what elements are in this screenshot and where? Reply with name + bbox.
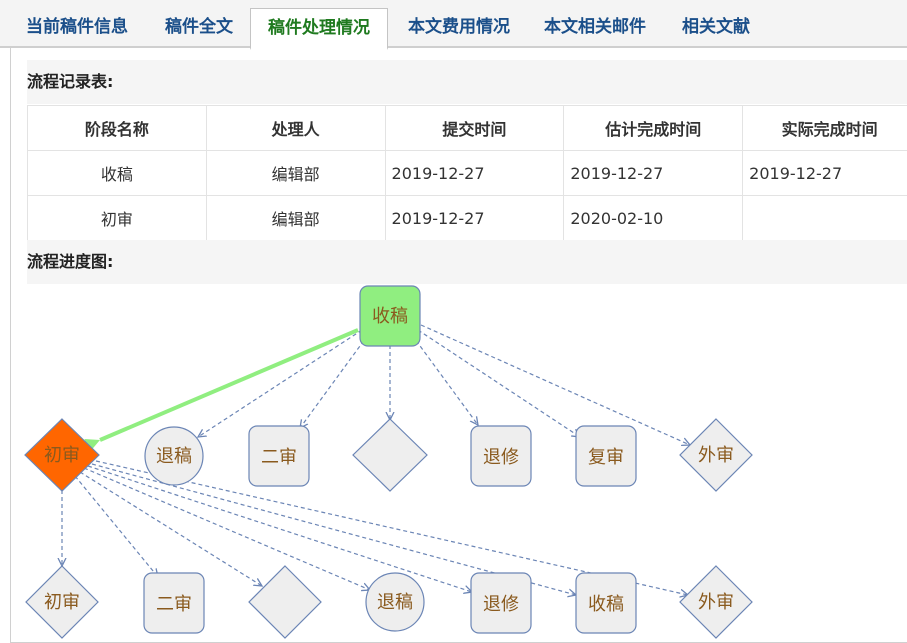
flow-node-current: 初审: [24, 418, 100, 492]
node-label: 复审: [588, 447, 624, 468]
flow-node: 退修: [470, 572, 532, 634]
node-shape: [248, 565, 322, 639]
node-label: 退修: [483, 447, 519, 468]
flow-node: 收稿: [575, 572, 637, 634]
flow-node: [352, 418, 428, 492]
flow-node: 复审: [575, 425, 637, 487]
node-label: 退稿: [377, 592, 413, 613]
process-flow-diagram: 收稿 初审 退稿 二审 退修 复审 外审 初审 二审 退稿 退修 收稿 外审: [24, 285, 753, 639]
node-label: 收稿: [588, 594, 624, 615]
node-label: 外审: [698, 445, 734, 466]
flow-node: 二审: [143, 572, 205, 634]
flow-node: 退稿: [144, 426, 204, 486]
flow-node: 初审: [25, 565, 99, 639]
flow-node: 退稿: [365, 572, 425, 632]
node-label: 二审: [156, 594, 192, 615]
flow-node-root: 收稿: [359, 285, 421, 347]
flow-node: 外审: [679, 565, 753, 639]
node-shape: [352, 418, 428, 492]
flow-edge: [411, 334, 478, 425]
flow-node: 退修: [470, 425, 532, 487]
node-label: 收稿: [372, 306, 408, 327]
node-label: 退修: [483, 594, 519, 615]
current-flow-edge: [84, 328, 359, 452]
flow-edge: [417, 329, 580, 437]
flow-node: 外审: [679, 418, 753, 492]
node-label: 外审: [698, 592, 734, 613]
flow-node: [248, 565, 322, 639]
flow-node: 二审: [248, 425, 310, 487]
flow-edge: [74, 475, 158, 577]
flow-edge: [198, 329, 363, 437]
flow-edge: [420, 324, 690, 445]
flow-edge: [83, 467, 370, 590]
node-label: 初审: [44, 445, 80, 466]
flow-edge: [79, 471, 262, 586]
node-label: 初审: [44, 592, 80, 613]
node-label: 退稿: [156, 446, 192, 467]
node-label: 二审: [261, 447, 297, 468]
